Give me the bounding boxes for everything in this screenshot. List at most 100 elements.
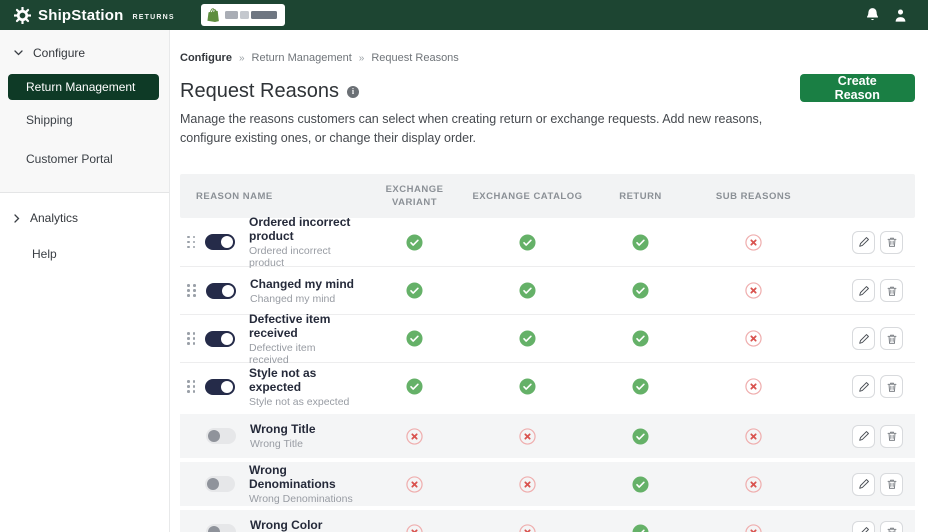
create-reason-button[interactable]: Create Reason (799, 74, 915, 102)
enable-toggle[interactable] (206, 524, 236, 532)
sidebar-section-label: Configure (33, 46, 86, 60)
enable-toggle[interactable] (205, 234, 235, 250)
reason-subtitle: Changed my mind (250, 292, 336, 305)
edit-button[interactable] (852, 520, 875, 532)
brand-suffix: RETURNS (132, 13, 175, 21)
enable-toggle[interactable] (205, 378, 235, 395)
drag-handle-icon[interactable] (187, 380, 195, 393)
x-circle-icon (745, 330, 762, 347)
drag-handle-icon[interactable] (187, 284, 196, 297)
store-name-redacted (224, 11, 277, 19)
check-circle-icon (519, 378, 536, 395)
breadcrumb-return-management[interactable]: Return Management (252, 52, 352, 64)
table-row: Defective item received Defective item r… (180, 312, 915, 366)
reason-name: Changed my mind (250, 276, 355, 291)
drag-handle-icon[interactable] (187, 235, 195, 249)
delete-button[interactable] (880, 230, 903, 254)
check-circle-icon (632, 282, 649, 299)
exchange-variant-status (358, 330, 471, 347)
reason-subtitle: Defective item received (249, 341, 316, 366)
exchange-catalog-status (471, 427, 584, 445)
edit-button[interactable] (852, 424, 875, 448)
delete-button[interactable] (880, 327, 903, 350)
reason-subtitle: Wrong Title (250, 438, 303, 450)
breadcrumb-configure[interactable]: Configure (180, 52, 232, 64)
sidebar: Configure Return Management Shipping Cus… (0, 30, 170, 532)
edit-button[interactable] (852, 230, 875, 254)
edit-button[interactable] (852, 327, 875, 350)
delete-button[interactable] (880, 375, 903, 398)
enable-toggle[interactable] (206, 282, 236, 299)
enable-toggle[interactable] (206, 428, 236, 444)
trash-icon (887, 431, 896, 441)
sidebar-item-return-management[interactable]: Return Management (8, 74, 159, 100)
table-header: REASON NAME EXCHANGE VARIANT EXCHANGE CA… (180, 174, 915, 218)
shipstation-logo[interactable]: ShipStation RETURNS (14, 6, 175, 24)
delete-button[interactable] (880, 424, 903, 448)
reason-name: Ordered incorrect product (249, 215, 351, 243)
info-icon[interactable]: i (346, 85, 359, 98)
request-reasons-table: REASON NAME EXCHANGE VARIANT EXCHANGE CA… (180, 174, 915, 532)
sidebar-item-customer-portal[interactable]: Customer Portal (0, 139, 169, 178)
return-status (584, 233, 697, 251)
x-circle-icon (745, 475, 762, 493)
enable-toggle[interactable] (205, 330, 235, 347)
edit-button[interactable] (852, 279, 875, 302)
notifications-button[interactable] (858, 7, 886, 23)
delete-button[interactable] (880, 279, 903, 302)
breadcrumb: Configure » Return Management » Request … (180, 52, 915, 64)
reason-name: Wrong Denominations (249, 463, 336, 491)
pencil-icon (860, 527, 869, 532)
pencil-icon (858, 479, 869, 489)
sidebar-section-configure-header[interactable]: Configure (0, 30, 169, 72)
sidebar-section-analytics-header[interactable]: Analytics (0, 193, 169, 237)
check-circle-icon (406, 378, 423, 395)
reason-name: Wrong Title (250, 422, 316, 436)
check-circle-icon (632, 523, 649, 532)
trash-icon (887, 382, 896, 392)
chevron-right-icon (14, 213, 20, 223)
check-circle-icon (519, 330, 536, 347)
table-row: Ordered incorrect product Ordered incorr… (180, 215, 915, 269)
trash-icon (887, 479, 896, 489)
reason-subtitle: Style not as expected (249, 395, 350, 408)
breadcrumb-request-reasons[interactable]: Request Reasons (371, 52, 458, 64)
header-return: RETURN (619, 190, 662, 202)
trash-icon (887, 527, 896, 532)
return-status (584, 378, 697, 395)
x-circle-icon (745, 282, 762, 299)
header-exchange-catalog: EXCHANGE CATALOG (472, 190, 583, 202)
enable-toggle[interactable] (205, 476, 235, 492)
sidebar-item-help[interactable]: Help (0, 237, 169, 271)
check-circle-icon (632, 475, 649, 493)
x-circle-icon (519, 523, 536, 532)
return-status (584, 475, 697, 493)
breadcrumb-separator: » (238, 52, 245, 64)
check-circle-icon (406, 233, 423, 251)
exchange-variant-status (358, 427, 471, 445)
edit-button[interactable] (852, 472, 875, 496)
drag-handle-icon[interactable] (187, 332, 195, 345)
bell-icon (866, 8, 878, 21)
sub-reasons-status (697, 427, 810, 445)
delete-button[interactable] (880, 520, 903, 532)
sidebar-item-shipping[interactable]: Shipping (0, 100, 169, 139)
breadcrumb-separator: » (358, 52, 365, 64)
return-status (584, 523, 697, 532)
edit-button[interactable] (852, 375, 875, 398)
pencil-icon (858, 237, 869, 247)
sidebar-section-label: Analytics (30, 211, 79, 225)
trash-icon (887, 334, 896, 344)
x-circle-icon (406, 523, 423, 532)
page-title: Request Reasons (180, 80, 339, 102)
check-circle-icon (632, 378, 649, 395)
store-selector-badge[interactable] (200, 4, 285, 26)
topbar: ShipStation RETURNS (0, 0, 928, 30)
trash-icon (887, 237, 896, 247)
x-circle-icon (745, 523, 762, 532)
delete-button[interactable] (880, 472, 903, 496)
shopify-bag-icon (207, 8, 219, 22)
chevron-down-icon (14, 50, 23, 56)
account-button[interactable] (886, 8, 914, 23)
exchange-variant-status (358, 523, 471, 532)
